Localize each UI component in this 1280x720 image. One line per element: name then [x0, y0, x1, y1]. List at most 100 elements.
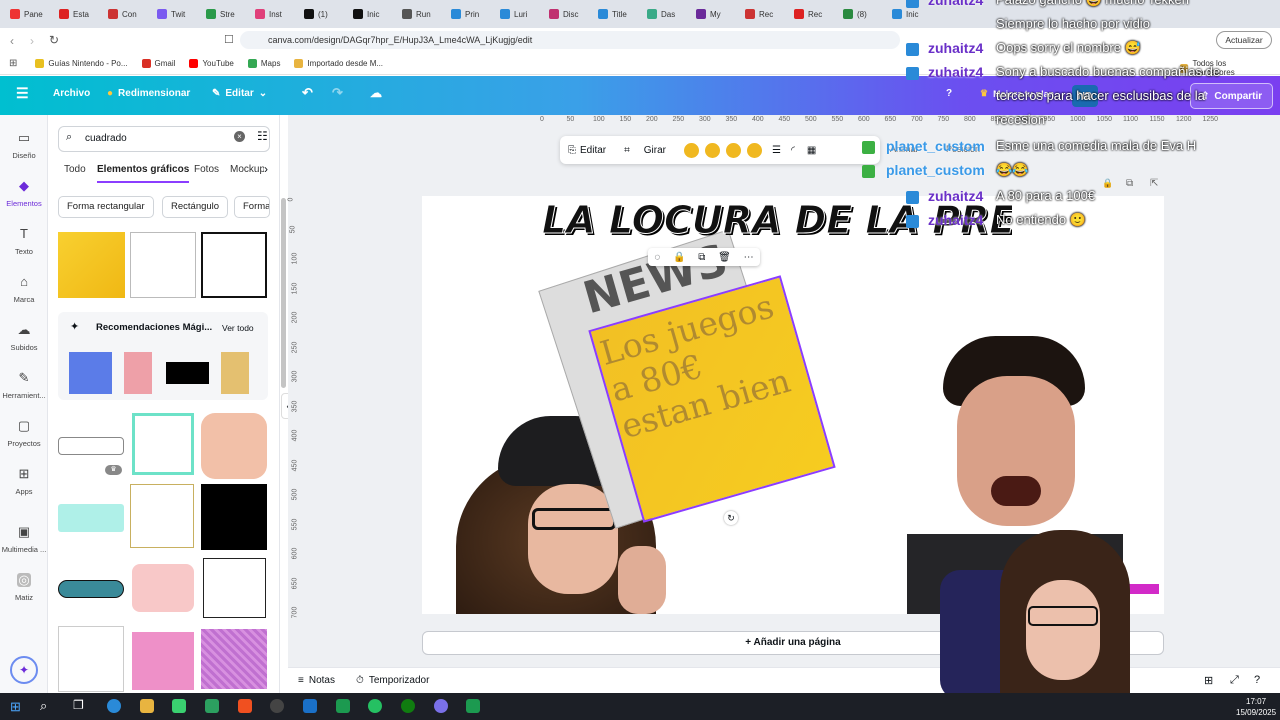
chip-rect-shape[interactable]: Forma rectangular — [58, 196, 154, 218]
browser-tab[interactable]: Inst — [249, 2, 298, 26]
browser-tab[interactable]: My — [690, 2, 739, 26]
trash-icon[interactable]: 🗑 — [718, 252, 731, 263]
bookmark-maps[interactable]: Maps — [247, 59, 280, 68]
help-icon[interactable]: ? — [946, 88, 952, 99]
bookmark-imported[interactable]: Importado desde M... — [294, 59, 383, 68]
file-menu[interactable]: Archivo — [53, 88, 90, 99]
chip-shape[interactable]: Forma — [234, 196, 270, 218]
lines-icon[interactable]: ☰ — [772, 145, 781, 156]
notes-button[interactable]: ≡ Notas — [298, 675, 335, 686]
browser-tab[interactable]: (8) — [837, 2, 886, 26]
crop-icon[interactable]: ⌗ — [624, 145, 630, 156]
page-duplicate-icon[interactable]: ⧉ — [1126, 178, 1133, 189]
filter-icon[interactable]: ☷ — [257, 129, 268, 143]
graphic-pink-rounded[interactable] — [132, 564, 194, 612]
outlook-icon[interactable] — [303, 699, 317, 713]
edit-menu[interactable]: ✎ Editar ⌄ — [212, 88, 267, 99]
comment-icon[interactable]: ◌ — [654, 252, 660, 263]
rec-black[interactable] — [166, 362, 209, 384]
graphic-rounded-outline[interactable] — [58, 437, 124, 455]
color-swatch-2[interactable] — [705, 142, 720, 158]
tab-photos[interactable]: Fotos — [194, 164, 219, 175]
browser-tab[interactable]: Inic — [347, 2, 396, 26]
graphic-mint-rect[interactable] — [58, 504, 124, 532]
brave-icon[interactable] — [238, 699, 252, 713]
xbox-icon[interactable] — [401, 699, 415, 713]
lock-icon[interactable]: 🔒 — [673, 252, 685, 263]
graphic-pink-note[interactable] — [132, 632, 194, 690]
edit-tool[interactable]: ⎘ Editar — [568, 145, 606, 156]
graphic-outline-square[interactable] — [201, 232, 267, 298]
rec-blue[interactable] — [69, 352, 112, 394]
graphic-peach-rounded[interactable] — [201, 413, 267, 479]
browser-tab[interactable]: Esta — [53, 2, 102, 26]
page-export-icon[interactable]: ⇱ — [1150, 178, 1158, 189]
browser-tab[interactable]: Pane — [4, 2, 53, 26]
color-swatch-3[interactable] — [726, 142, 741, 158]
clear-icon[interactable]: × — [234, 131, 245, 142]
see-all-link[interactable]: Ver todo — [222, 323, 254, 333]
browser-tab[interactable]: Prin — [445, 2, 494, 26]
tab-mockups[interactable]: Mockup — [230, 164, 264, 175]
browser-tab[interactable]: (1) — [298, 2, 347, 26]
color-swatch-4[interactable] — [747, 142, 762, 158]
panel-scrollbar[interactable] — [281, 198, 286, 388]
page-lock-icon[interactable]: 🔒 — [1102, 178, 1113, 189]
color-swatch-1[interactable] — [684, 142, 699, 158]
rail-projects[interactable]: ▢ Proyectos — [0, 419, 48, 449]
apps-grid-icon[interactable]: ⊞ — [9, 58, 17, 69]
browser-tab[interactable]: Rec — [739, 2, 788, 26]
graphic-mint-frame[interactable] — [132, 413, 194, 475]
taskview-icon[interactable]: ❐ — [73, 698, 84, 712]
terminal-icon[interactable] — [336, 699, 350, 713]
app-arrow-icon[interactable] — [466, 699, 480, 713]
whatsapp-icon[interactable] — [368, 699, 382, 713]
browser-tab[interactable]: Disc — [543, 2, 592, 26]
graphic-black-square[interactable] — [201, 484, 267, 550]
browser-tab[interactable]: Run — [396, 2, 445, 26]
update-button[interactable]: Actualizar — [1216, 31, 1272, 49]
bookmark-guias[interactable]: Guías Nintendo - Po... — [35, 59, 128, 68]
rail-hue[interactable]: ◎ Matiz — [0, 573, 48, 603]
rec-gold[interactable] — [221, 352, 249, 394]
rail-tools[interactable]: ✎ Herramient... — [0, 371, 48, 401]
grid-view-icon[interactable]: ⊞ — [1204, 674, 1213, 687]
browser-tab[interactable]: Stre — [200, 2, 249, 26]
graphic-sketch-square[interactable] — [203, 558, 266, 618]
more-icon[interactable]: ⋯ — [744, 252, 754, 263]
rotate-tool[interactable]: Girar — [644, 145, 666, 156]
graphic-teal-pill[interactable] — [58, 580, 124, 598]
menu-icon[interactable]: ☰ — [16, 85, 29, 102]
edge-icon[interactable] — [107, 699, 121, 713]
rail-design[interactable]: ▭ Diseño — [0, 131, 48, 161]
rail-apps[interactable]: ⊞ Apps — [0, 467, 48, 497]
discord-icon[interactable] — [434, 699, 448, 713]
duplicate-icon[interactable]: ⧉ — [698, 252, 705, 263]
magic-assistant-button[interactable]: ✦ — [10, 656, 38, 684]
search-icon[interactable]: ⌕ — [40, 698, 47, 714]
rail-media[interactable]: ▣ Multimedia ... — [0, 525, 48, 555]
resize-button[interactable]: ● Redimensionar — [107, 88, 190, 99]
timer-button[interactable]: ⏱ Temporizador — [356, 675, 429, 686]
browser-tab[interactable]: Luri — [494, 2, 543, 26]
app-green-icon[interactable] — [205, 699, 219, 713]
bookmark-icon[interactable]: ☐ — [224, 33, 234, 46]
rotate-handle-icon[interactable]: ↻ — [724, 511, 738, 525]
graphic-white-square[interactable] — [130, 232, 196, 298]
browser-tab[interactable]: Rec — [788, 2, 837, 26]
explorer-icon[interactable] — [140, 699, 154, 713]
bookmark-gmail[interactable]: Gmail — [141, 59, 175, 68]
browser-tab[interactable]: Title — [592, 2, 641, 26]
chevron-right-icon[interactable]: › — [264, 162, 268, 176]
rail-brand[interactable]: ⌂ Marca — [0, 275, 48, 305]
browser-tab[interactable]: Twit — [151, 2, 200, 26]
chip-rectangle[interactable]: Rectángulo — [162, 196, 229, 218]
rail-uploads[interactable]: ☁ Subidos — [0, 323, 48, 353]
undo-icon[interactable]: ↶ — [302, 85, 313, 101]
rail-text[interactable]: T Texto — [0, 227, 48, 257]
help-circle-icon[interactable]: ? — [1254, 674, 1260, 686]
forward-icon[interactable]: › — [30, 34, 34, 48]
tab-all[interactable]: Todo — [64, 164, 86, 175]
redo-icon[interactable]: ↷ — [332, 85, 343, 101]
graphic-yellow-square[interactable] — [58, 232, 125, 298]
